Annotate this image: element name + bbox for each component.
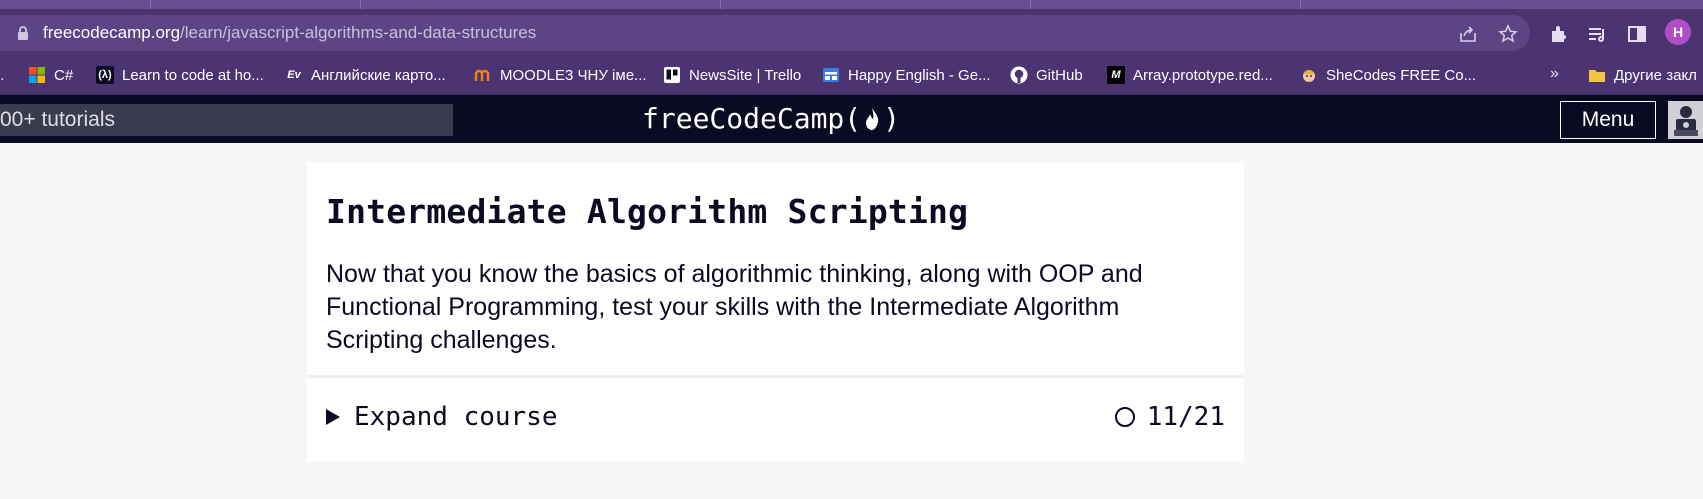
course-title: Intermediate Algorithm Scripting xyxy=(326,192,969,231)
menu-button[interactable]: Menu xyxy=(1560,101,1656,139)
bookmark-item[interactable]: SheCodes FREE Co... xyxy=(1300,63,1476,87)
logo-text: freeCodeCamp( xyxy=(642,102,862,135)
bookmark-label: Learn to code at ho... xyxy=(122,66,264,84)
tab-divider xyxy=(1300,0,1301,9)
fcc-logo[interactable]: freeCodeCamp( ) xyxy=(642,102,900,136)
tab-divider xyxy=(1030,0,1031,9)
lock-icon[interactable] xyxy=(16,26,30,40)
bookmark-label: Happy English - Ge... xyxy=(848,66,991,84)
tab-divider xyxy=(360,0,361,9)
bookmark-item[interactable]: M Array.prototype.red... xyxy=(1107,63,1273,87)
bookmark-label: Array.prototype.red... xyxy=(1133,66,1273,84)
url-host: freecodecamp.org xyxy=(43,23,181,42)
incomplete-circle-icon xyxy=(1114,407,1135,427)
course-description: Now that you know the basics of algorith… xyxy=(326,260,1143,354)
bookmark-label: GitHub xyxy=(1036,66,1083,84)
logo-text-end: ) xyxy=(883,102,901,135)
expand-row: Expand course 11/21 xyxy=(307,378,1244,462)
url-path: /learn/javascript-algorithms-and-data-st… xyxy=(180,23,537,42)
bookmark-item[interactable]: C# xyxy=(28,63,73,87)
extensions-icon[interactable] xyxy=(1547,23,1569,45)
url-text[interactable]: freecodecamp.org/learn/javascript-algori… xyxy=(43,24,536,42)
flame-icon xyxy=(866,108,879,130)
ev-icon: Ev xyxy=(287,69,301,81)
folder-icon xyxy=(1588,66,1606,84)
bookmark-label: NewsSite | Trello xyxy=(689,66,802,84)
tab-divider xyxy=(720,0,721,9)
course-card: Intermediate Algorithm Scripting Now tha… xyxy=(307,162,1244,462)
progress-count: 11/21 xyxy=(1146,402,1225,432)
bookmark-label: Другие закл xyxy=(1614,66,1697,84)
reading-list-icon[interactable] xyxy=(1586,23,1608,45)
bookmark-item[interactable]: NewsSite | Trello xyxy=(663,63,801,87)
tab-strip xyxy=(0,0,1703,9)
expand-course-label: Expand course xyxy=(354,402,558,432)
shecodes-icon xyxy=(1300,66,1318,84)
side-panel-icon[interactable] xyxy=(1626,23,1648,45)
share-icon[interactable] xyxy=(1458,24,1478,44)
freecodecamp-icon: (λ) xyxy=(96,66,114,84)
calendar-icon xyxy=(822,66,840,84)
github-icon xyxy=(1010,66,1028,84)
expand-course-button[interactable]: Expand course xyxy=(326,402,558,432)
course-progress: 11/21 xyxy=(1114,402,1225,432)
caret-right-icon xyxy=(326,409,340,425)
user-avatar[interactable] xyxy=(1668,101,1703,139)
bookmark-label: C# xyxy=(54,66,74,84)
bookmarks-overflow-button[interactable]: » xyxy=(1550,65,1559,83)
bookmark-label: MOODLE3 ЧНУ іме... xyxy=(500,66,647,84)
bookmark-item[interactable]: (λ) Learn to code at ho... xyxy=(96,63,264,87)
bookmark-label: Английские карто... xyxy=(311,66,446,84)
moodle-icon xyxy=(474,66,492,84)
address-bar[interactable]: freecodecamp.org/learn/javascript-algori… xyxy=(0,15,1530,51)
mdn-icon: M xyxy=(1107,66,1125,84)
bookmark-ellipsis[interactable]: .. xyxy=(0,63,4,87)
profile-avatar[interactable]: H xyxy=(1665,19,1691,45)
bookmark-item[interactable]: Happy English - Ge... xyxy=(822,63,991,87)
tab-divider xyxy=(150,0,151,9)
microsoft-icon xyxy=(28,66,46,84)
bookmarks-bar: .. C# (λ) Learn to code at ho... Ev Англ… xyxy=(0,57,1703,95)
bookmark-item[interactable]: MOODLE3 ЧНУ іме... xyxy=(474,63,647,87)
browser-toolbar: freecodecamp.org/learn/javascript-algori… xyxy=(0,9,1703,57)
other-bookmarks-folder[interactable]: Другие закл xyxy=(1588,63,1697,87)
bookmark-item[interactable]: Ev Английские карто... xyxy=(285,63,446,87)
trello-icon xyxy=(663,66,681,84)
bookmark-label: SheCodes FREE Co... xyxy=(1326,66,1477,84)
star-icon[interactable] xyxy=(1498,24,1518,44)
bookmark-item[interactable]: GitHub xyxy=(1010,63,1083,87)
search-input[interactable]: 00+ tutorials xyxy=(0,104,453,136)
fcc-navbar: 00+ tutorials freeCodeCamp( ) Menu xyxy=(0,95,1703,143)
